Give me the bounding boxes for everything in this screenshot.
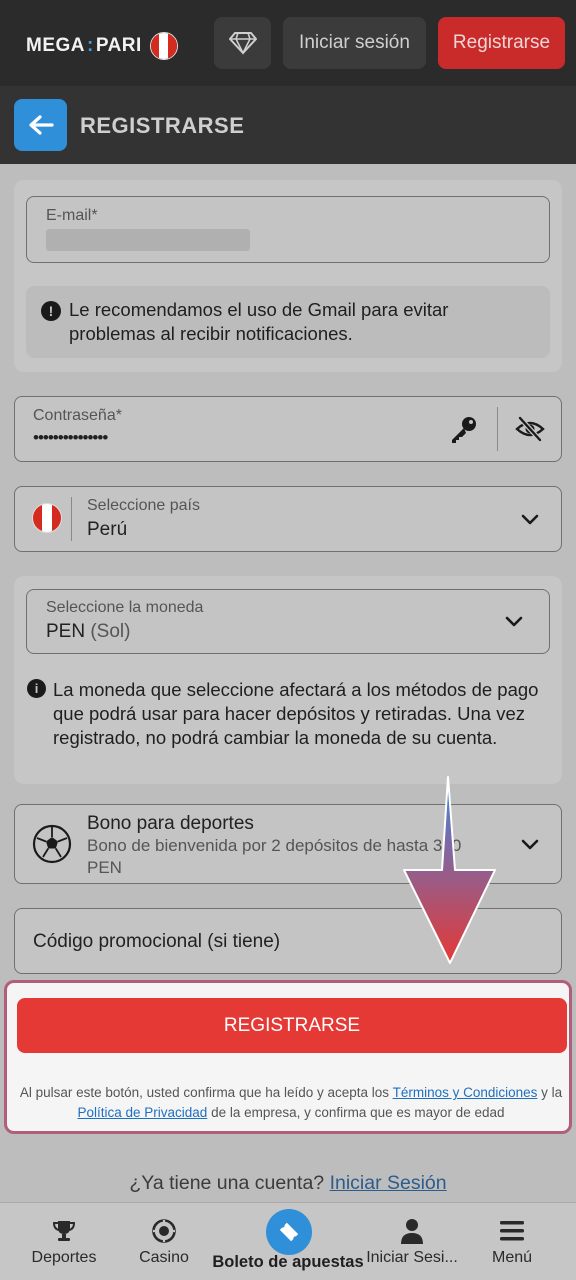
info-icon: !: [41, 301, 61, 321]
country-flag-icon: [32, 503, 62, 533]
peru-flag-icon: [149, 32, 178, 60]
currency-code: PEN: [46, 621, 86, 642]
chevron-down-icon: [521, 514, 539, 525]
password-divider: [497, 407, 498, 451]
logo-text-left: MEGA: [26, 35, 85, 56]
nav-casino[interactable]: Casino: [126, 1203, 202, 1280]
password-label: Contraseña*: [33, 407, 122, 424]
nav-login[interactable]: Iniciar Sesi...: [362, 1203, 462, 1280]
nav-sports[interactable]: Deportes: [22, 1203, 106, 1280]
page-title: REGISTRARSE: [80, 113, 245, 138]
privacy-link[interactable]: Política de Privacidad: [77, 1105, 207, 1120]
email-value-blurred: [46, 229, 250, 251]
chevron-down-icon: [521, 839, 539, 850]
country-value: Perú: [87, 519, 128, 540]
bonus-title: Bono para deportes: [87, 813, 254, 834]
register-submit-button[interactable]: REGISTRARSE: [17, 998, 567, 1053]
megapari-logo[interactable]: MEGA : PARI: [26, 32, 178, 60]
terms-link[interactable]: Términos y Condiciones: [393, 1085, 538, 1100]
legal-part-3: de la empresa, y confirma que es mayor d…: [211, 1105, 505, 1120]
register-panel: REGISTRARSE Al pulsar este botón, usted …: [4, 980, 572, 1134]
info-icon: i: [27, 679, 46, 698]
gmail-note-text: Le recomendamos el uso de Gmail para evi…: [69, 299, 449, 344]
currency-name: (Sol): [90, 621, 131, 642]
soccer-ball-icon: [32, 824, 72, 864]
login-prompt-text: ¿Ya tiene una cuenta?: [129, 1172, 325, 1194]
trophy-icon: [52, 1221, 76, 1241]
country-label: Seleccione país: [87, 497, 200, 514]
logo-text-right: PARI: [95, 35, 142, 56]
country-divider: [71, 497, 72, 541]
casino-chip-icon: [152, 1219, 176, 1243]
currency-label: Seleccione la moneda: [46, 599, 204, 616]
legal-part-2: y la: [541, 1085, 563, 1100]
promo-placeholder: Código promocional (si tiene): [33, 931, 281, 952]
nav-betslip[interactable]: [266, 1209, 312, 1255]
diamond-icon: [228, 32, 257, 55]
top-bar: MEGA : PARI Iniciar sesión Registrarse: [0, 0, 576, 86]
hamburger-icon: [500, 1221, 524, 1241]
back-arrow-icon: [28, 115, 54, 135]
chevron-down-icon: [505, 616, 523, 627]
legal-part-1: Al pulsar este botón, usted confirma que…: [19, 1085, 390, 1100]
nav-casino-label: Casino: [139, 1249, 189, 1266]
nav-sports-label: Deportes: [31, 1249, 97, 1266]
password-field[interactable]: Contraseña* •••••••••••••••: [14, 396, 562, 462]
logo-separator: :: [87, 35, 94, 56]
country-select[interactable]: Seleccione país Perú: [14, 486, 562, 552]
email-field[interactable]: E-mail*: [26, 196, 550, 263]
login-prompt-link[interactable]: Iniciar Sesión: [330, 1172, 447, 1194]
back-button[interactable]: [14, 99, 67, 151]
nav-menu-label: Menú: [491, 1249, 533, 1266]
nav-menu[interactable]: Menú: [476, 1203, 548, 1280]
currency-note-text: La moneda que seleccione afectará a los …: [53, 679, 539, 748]
password-value: •••••••••••••••: [33, 428, 108, 447]
currency-value: PEN (Sol): [46, 621, 130, 643]
legal-text: Al pulsar este botón, usted confirma que…: [17, 1083, 565, 1123]
nav-login-label: Iniciar Sesi...: [366, 1249, 458, 1266]
eye-slash-icon[interactable]: [515, 416, 545, 442]
email-label: E-mail*: [46, 207, 98, 224]
currency-select[interactable]: Seleccione la moneda PEN (Sol): [26, 589, 550, 654]
login-prompt: ¿Ya tiene una cuenta? Iniciar Sesión: [0, 1172, 576, 1195]
register-header-button[interactable]: Registrarse: [438, 17, 565, 69]
user-icon: [401, 1219, 423, 1244]
gmail-note: ! Le recomendamos el uso de Gmail para e…: [26, 286, 550, 358]
ticket-icon: [279, 1222, 299, 1242]
page-header: REGISTRARSE: [0, 86, 576, 164]
down-arrow-overlay-icon: [403, 776, 496, 964]
key-icon[interactable]: [449, 415, 479, 445]
vip-button[interactable]: [214, 17, 271, 69]
login-button[interactable]: Iniciar sesión: [283, 17, 426, 69]
nav-betslip-label[interactable]: Boleto de apuestas: [200, 1253, 376, 1272]
